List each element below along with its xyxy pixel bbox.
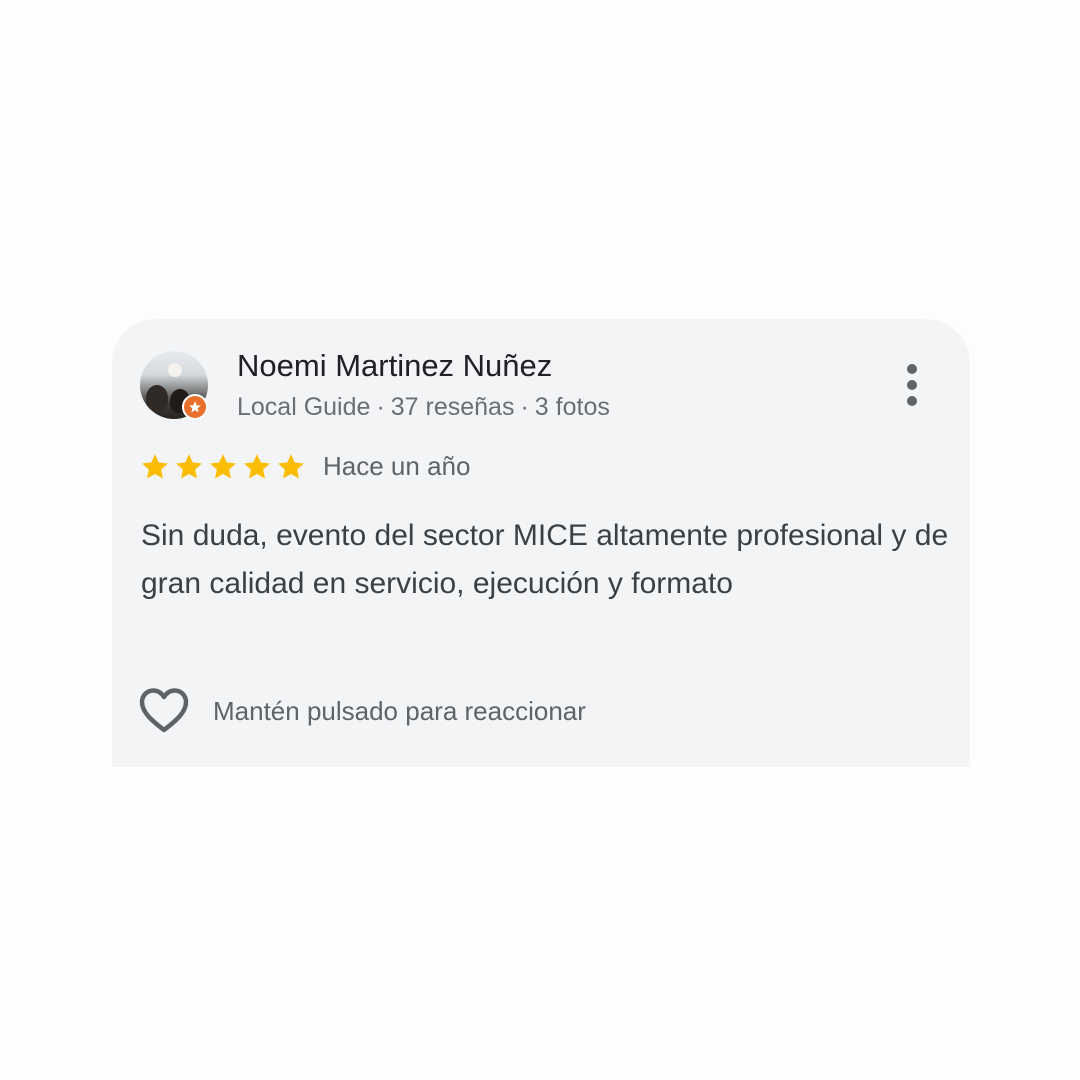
review-time: Hace un año [323,451,471,481]
more-vertical-icon-dot [907,396,917,406]
more-vertical-icon-dot [907,364,917,374]
author-meta: Local Guide · 37 reseñas · 3 fotos [237,393,610,422]
author-level: Local Guide [237,393,371,421]
star-icon [142,454,168,479]
star-icon [278,454,304,479]
reaction-hint: Mantén pulsado para reaccionar [213,696,586,726]
review-text: Sin duda, evento del sector MICE altamen… [141,519,949,600]
page: Noemi Martinez Nuñez Local Guide · 37 rese… [0,0,1080,1080]
author-name[interactable]: Noemi Martinez Nuñez [237,348,552,384]
star-icon [244,454,270,479]
avatar-person [146,385,168,411]
meta-separator: · [376,393,385,421]
heart-icon[interactable] [139,688,189,734]
star-icon [189,401,201,413]
meta-separator: · [520,393,529,421]
reviews-count: 37 reseñas [390,393,515,421]
star-icon [210,454,236,479]
local-guide-badge-icon [182,394,208,420]
more-options-button[interactable] [894,360,930,410]
more-vertical-icon-dot [907,380,917,390]
photos-count: 3 fotos [534,393,610,421]
avatar-sun [168,363,182,377]
star-icon [176,454,202,479]
star-rating [140,449,310,485]
